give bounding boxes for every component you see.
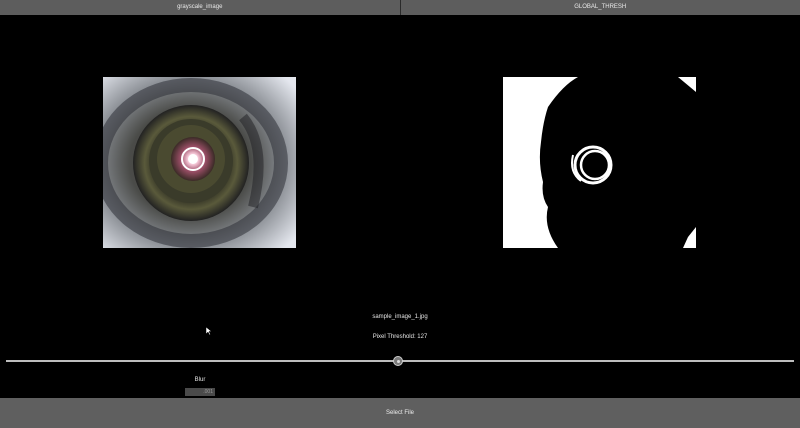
select-file-button[interactable]: Select File bbox=[0, 398, 800, 428]
tab-bar: grayscale_image GLOBAL_THRESH bbox=[0, 0, 800, 15]
file-name-label: sample_image_1.jpg bbox=[372, 314, 428, 320]
blur-input[interactable]: .001 bbox=[185, 388, 215, 396]
mouse-cursor-icon bbox=[206, 327, 212, 336]
threshold-slider-thumb[interactable] bbox=[393, 356, 403, 366]
grayscale-image-view bbox=[103, 77, 296, 248]
pixel-threshold-label: Pixel Threshold: 127 bbox=[372, 334, 428, 340]
grayscale-image bbox=[103, 77, 296, 248]
tab-grayscale-image[interactable]: grayscale_image bbox=[0, 0, 400, 15]
global-thresh-image-view bbox=[503, 77, 696, 248]
blur-label: Blur bbox=[194, 377, 206, 383]
tab-global-thresh[interactable]: GLOBAL_THRESH bbox=[399, 0, 800, 15]
global-thresh-image bbox=[503, 77, 696, 248]
app-window: grayscale_image GLOBAL_THRESH sample_ima… bbox=[0, 0, 800, 428]
